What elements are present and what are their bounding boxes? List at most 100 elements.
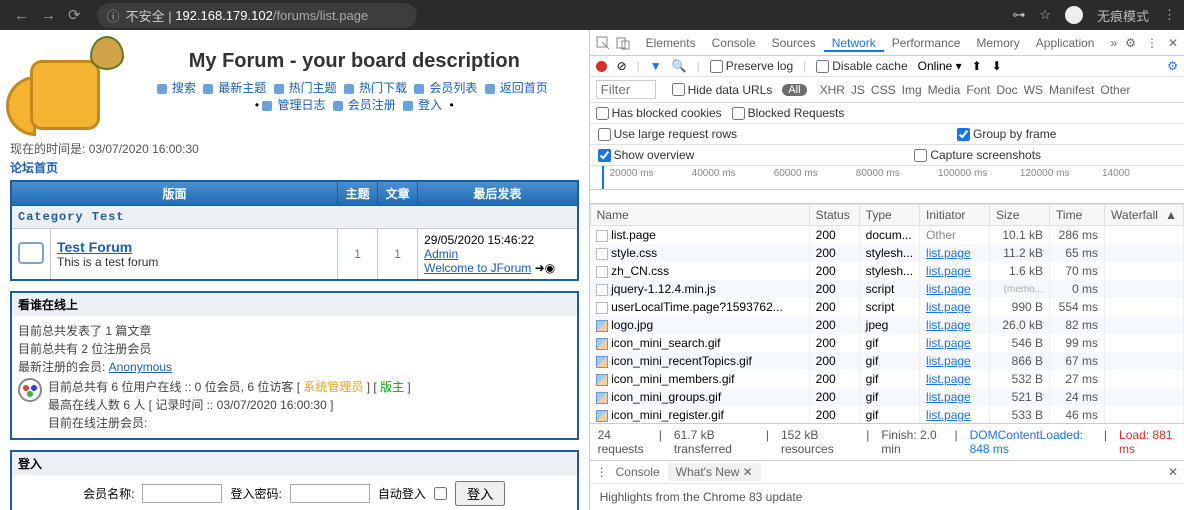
filter-type-manifest[interactable]: Manifest [1049,83,1094,97]
drawer-tab-console[interactable]: Console [608,463,668,481]
network-row[interactable]: list.page200docum...Other10.1 kB286 ms [590,226,1183,245]
blocked-cookies-checkbox[interactable] [596,107,609,120]
network-settings-icon[interactable]: ⚙ [1167,59,1178,73]
network-row[interactable]: icon_mini_register.gif200giflist.page533… [590,406,1183,423]
network-status-bar: 24 requests| 61.7 kB transferred| 152 kB… [590,423,1184,460]
nav-link[interactable]: 热门主题 [289,81,337,95]
devtools-tab-sources[interactable]: Sources [764,36,824,50]
col-initiator[interactable]: Initiator [920,205,990,226]
record-icon[interactable] [596,61,607,72]
filter-type-js[interactable]: JS [851,83,865,97]
clear-icon[interactable]: ⊘ [617,59,627,73]
whos-online-title: 看谁在线上 [12,293,577,316]
inspect-icon[interactable] [596,35,610,50]
stat-online: 目前总共有 6 位用户在线 :: 0 位会员, 6 位访客 [ 系统管理员 ] … [48,378,411,396]
filter-type-xhr[interactable]: XHR [820,83,845,97]
breadcrumb[interactable]: 论坛首页 [10,159,579,176]
filter-type-media[interactable]: Media [928,83,961,97]
back-icon[interactable]: ← [14,7,29,24]
reload-icon[interactable]: ⟳ [68,6,81,24]
filter-type-font[interactable]: Font [966,83,990,97]
devtools-tab-network[interactable]: Network [824,36,884,52]
nav-link[interactable]: 管理日志 [277,98,325,112]
goto-icon[interactable]: ➜◉ [535,261,556,275]
hide-data-urls-checkbox[interactable] [672,83,685,96]
upload-icon[interactable]: ⬆ [972,59,982,73]
category-row[interactable]: Category Test [11,206,578,229]
login-button[interactable] [455,481,506,506]
preserve-log-checkbox[interactable] [710,60,723,73]
close-devtools-icon[interactable]: ✕ [1168,36,1178,50]
bookmark-icon[interactable]: ☆ [1039,7,1051,23]
col-waterfall[interactable]: Waterfall ▲ [1105,205,1184,226]
devtools-tab-application[interactable]: Application [1028,36,1103,50]
settings-icon[interactable]: ⚙ [1125,36,1136,50]
login-user-input[interactable] [142,484,222,503]
devtools-tab-console[interactable]: Console [704,36,764,50]
nav-link[interactable]: 登入 [418,98,442,112]
throttling-select[interactable]: Online ▾ [918,59,962,73]
network-row[interactable]: jquery-1.12.4.min.js200scriptlist.page(m… [590,280,1183,298]
key-icon[interactable]: ⊶ [1012,7,1025,23]
blocked-requests-checkbox[interactable] [732,107,745,120]
network-row[interactable]: icon_mini_groups.gif200giflist.page521 B… [590,388,1183,406]
filter-all[interactable]: All [782,84,806,96]
forum-logo[interactable] [10,36,130,136]
network-row[interactable]: icon_mini_members.gif200giflist.page532 … [590,370,1183,388]
forum-link[interactable]: Test Forum [57,239,132,255]
filter-input[interactable] [596,80,656,99]
incognito-icon[interactable] [1065,6,1083,24]
nav-link[interactable]: 热门下载 [359,81,407,95]
post-count: 1 [378,229,418,281]
show-overview-checkbox[interactable] [598,149,611,162]
group-frame-checkbox[interactable] [957,128,970,141]
nav-link[interactable]: 最新主题 [218,81,266,95]
col-name[interactable]: Name [590,205,809,226]
lastpost-subject[interactable]: Welcome to JForum [424,261,531,275]
network-row[interactable]: style.css200stylesh...list.page11.2 kB65… [590,244,1183,262]
timeline-overview[interactable] [590,190,1184,204]
close-drawer-icon[interactable]: ✕ [1168,465,1178,479]
login-pass-input[interactable] [290,484,370,503]
network-row[interactable]: icon_mini_search.gif200giflist.page546 B… [590,334,1183,352]
more-tabs-icon[interactable]: » [1102,30,1125,56]
lastpost-user[interactable]: Admin [424,247,458,261]
filter-type-doc[interactable]: Doc [996,83,1017,97]
devtools-drawer: ⋮ Console What's New ✕ ✕ Highlights from… [590,460,1184,510]
close-tab-icon[interactable]: ✕ [743,465,753,479]
network-row[interactable]: icon_mini_recentTopics.gif200giflist.pag… [590,352,1183,370]
login-auto-checkbox[interactable] [434,487,447,500]
devtools-tab-memory[interactable]: Memory [968,36,1027,50]
filter-type-img[interactable]: Img [902,83,922,97]
nav-link[interactable]: 会员注册 [348,98,396,112]
col-type[interactable]: Type [859,205,919,226]
search-icon[interactable]: 🔍 [672,59,687,73]
filter-type-ws[interactable]: WS [1024,83,1043,97]
col-status[interactable]: Status [809,205,859,226]
col-size[interactable]: Size [990,205,1050,226]
network-row[interactable]: logo.jpg200jpeglist.page26.0 kB82 ms [590,316,1183,334]
disable-cache-checkbox[interactable] [816,60,829,73]
devtools-tab-elements[interactable]: Elements [638,36,704,50]
capture-screenshots-checkbox[interactable] [914,149,927,162]
network-row[interactable]: zh_CN.css200stylesh...list.page1.6 kB70 … [590,262,1183,280]
devtools-tab-performance[interactable]: Performance [884,36,969,50]
filter-icon[interactable]: ▼ [650,59,662,73]
filter-type-css[interactable]: CSS [871,83,896,97]
forward-icon[interactable]: → [41,7,56,24]
drawer-tab-whatsnew[interactable]: What's New ✕ [668,463,761,481]
timeline-ruler[interactable]: 20000 ms40000 ms60000 ms80000 ms100000 m… [590,166,1184,190]
nav-link[interactable]: 搜索 [172,81,196,95]
drawer-menu-icon[interactable]: ⋮ [596,465,608,479]
network-row[interactable]: userLocalTime.page?1593762...200scriptli… [590,298,1183,316]
kebab-icon[interactable]: ⋮ [1146,36,1158,50]
download-icon[interactable]: ⬇ [992,59,1002,73]
nav-link[interactable]: 返回首页 [500,81,548,95]
filter-type-other[interactable]: Other [1100,83,1130,97]
large-rows-checkbox[interactable] [598,128,611,141]
address-bar[interactable]: ⓘ 不安全 | 192.168.179.102 /forums/list.pag… [97,3,417,28]
col-time[interactable]: Time [1050,205,1105,226]
device-toggle-icon[interactable] [616,35,630,50]
nav-link[interactable]: 会员列表 [429,81,477,95]
menu-icon[interactable]: ⋮ [1163,7,1176,23]
